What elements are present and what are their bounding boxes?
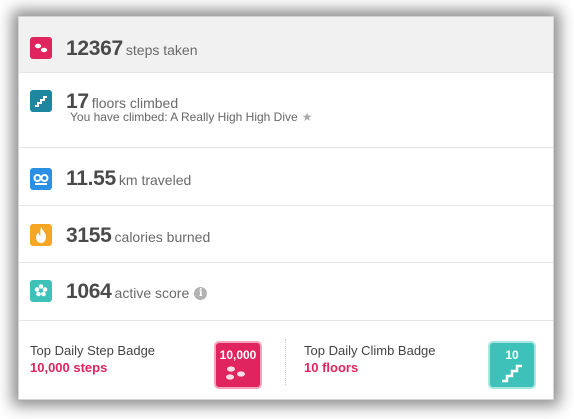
calories-value: 3155 <box>66 224 112 247</box>
steps-label: steps taken <box>125 42 198 58</box>
stairs-icon <box>30 90 52 112</box>
floors-row[interactable]: 17 floors climbed You have climbed: A Rea… <box>19 73 553 148</box>
step-badge-icon[interactable]: 10,000 <box>214 341 262 389</box>
climb-badge-value: 10 floors <box>304 360 359 375</box>
info-icon[interactable]: i <box>194 287 208 300</box>
calories-row[interactable]: 3155 calories burned <box>19 206 553 263</box>
climb-badge-icon[interactable]: 10 <box>488 341 536 389</box>
badge-divider <box>285 339 286 385</box>
active-score-label: active score <box>114 285 190 301</box>
floors-achievement-text: You have climbed: A Really High High Div… <box>70 110 298 124</box>
steps-row[interactable]: 12367 steps taken <box>19 17 553 73</box>
distance-label: km traveled <box>118 172 192 188</box>
floors-label: floors climbed <box>91 95 179 111</box>
step-badge-value: 10,000 steps <box>30 360 108 375</box>
climb-badge-title: Top Daily Climb Badge <box>304 343 436 358</box>
steps-value: 12367 <box>66 37 123 60</box>
floors-achievement: You have climbed: A Really High High Div… <box>70 110 312 124</box>
flower-icon <box>30 280 52 302</box>
footprints-icon <box>30 37 52 59</box>
badges-section: Top Daily Step Badge 10,000 steps 10,000… <box>19 321 553 399</box>
flame-icon <box>30 224 52 246</box>
active-score-value: 1064 <box>66 280 112 303</box>
distance-row[interactable]: 11.55 km traveled <box>19 148 553 206</box>
stats-panel: 12367 steps taken 17 floors climbed You ha… <box>18 16 554 400</box>
distance-value: 11.55 <box>66 167 116 190</box>
calories-label: calories burned <box>114 229 211 245</box>
active-score-row[interactable]: 1064 active score i <box>19 263 553 321</box>
distance-icon <box>30 168 52 190</box>
step-badge-title: Top Daily Step Badge <box>30 343 156 358</box>
star-icon[interactable]: ★ <box>302 110 313 124</box>
